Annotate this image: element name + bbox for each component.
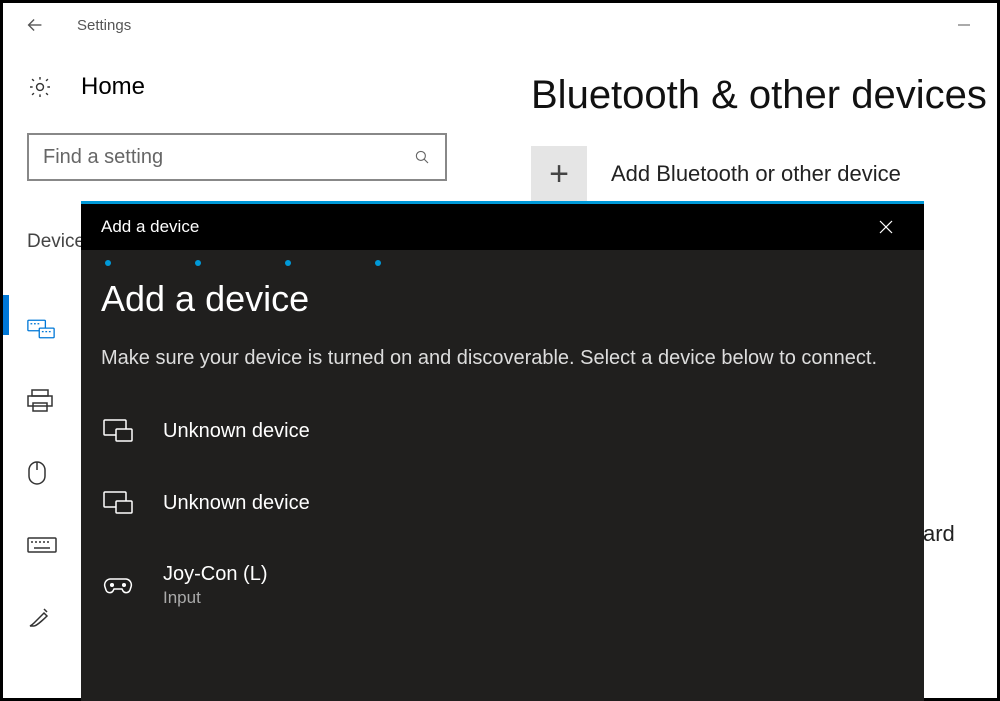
home-link[interactable]: Home xyxy=(27,73,449,101)
dialog-subtitle: Make sure your device is turned on and d… xyxy=(101,344,904,373)
device-row[interactable]: Joy-Con (L) Input xyxy=(101,545,904,638)
add-device-button[interactable]: + Add Bluetooth or other device xyxy=(531,146,997,202)
loading-dots xyxy=(81,250,924,266)
sidebar-icons xyxy=(27,293,67,653)
back-arrow-icon[interactable] xyxy=(13,3,57,47)
gamepad-icon xyxy=(101,575,135,597)
display-icon xyxy=(101,419,135,443)
sidebar-item-mouse[interactable] xyxy=(27,437,67,509)
search-input[interactable]: Find a setting xyxy=(27,133,447,181)
display-icon xyxy=(101,491,135,515)
dialog-titlebar: Add a device xyxy=(81,204,924,250)
device-name: Unknown device xyxy=(163,492,310,515)
device-row[interactable]: Unknown device xyxy=(101,473,904,545)
dialog-heading: Add a device xyxy=(101,278,904,320)
add-device-dialog: Add a device Add a device Make sure your… xyxy=(81,201,924,701)
active-indicator xyxy=(3,295,9,335)
titlebar: Settings xyxy=(3,3,997,47)
device-name: Unknown device xyxy=(163,420,310,443)
search-icon xyxy=(413,148,431,166)
dialog-window-title: Add a device xyxy=(101,217,199,237)
home-label: Home xyxy=(81,73,145,101)
sidebar-item-pen[interactable] xyxy=(27,581,67,653)
main-content: Bluetooth & other devices + Add Bluetoot… xyxy=(531,73,997,202)
device-name: Joy-Con (L) xyxy=(163,563,267,586)
sidebar-item-printers[interactable] xyxy=(27,365,67,437)
sidebar-item-typing[interactable] xyxy=(27,509,67,581)
sidebar-item-bluetooth[interactable] xyxy=(27,293,67,365)
search-placeholder: Find a setting xyxy=(43,146,413,169)
add-device-label: Add Bluetooth or other device xyxy=(611,161,901,187)
partial-text: ard xyxy=(923,521,955,547)
close-button[interactable] xyxy=(868,209,904,245)
minimize-button[interactable] xyxy=(941,3,987,47)
window-title: Settings xyxy=(77,17,131,34)
device-row[interactable]: Unknown device xyxy=(101,401,904,473)
device-subtype: Input xyxy=(163,588,267,608)
gear-icon xyxy=(27,74,53,100)
page-title: Bluetooth & other devices xyxy=(531,73,997,118)
plus-icon: + xyxy=(531,146,587,202)
